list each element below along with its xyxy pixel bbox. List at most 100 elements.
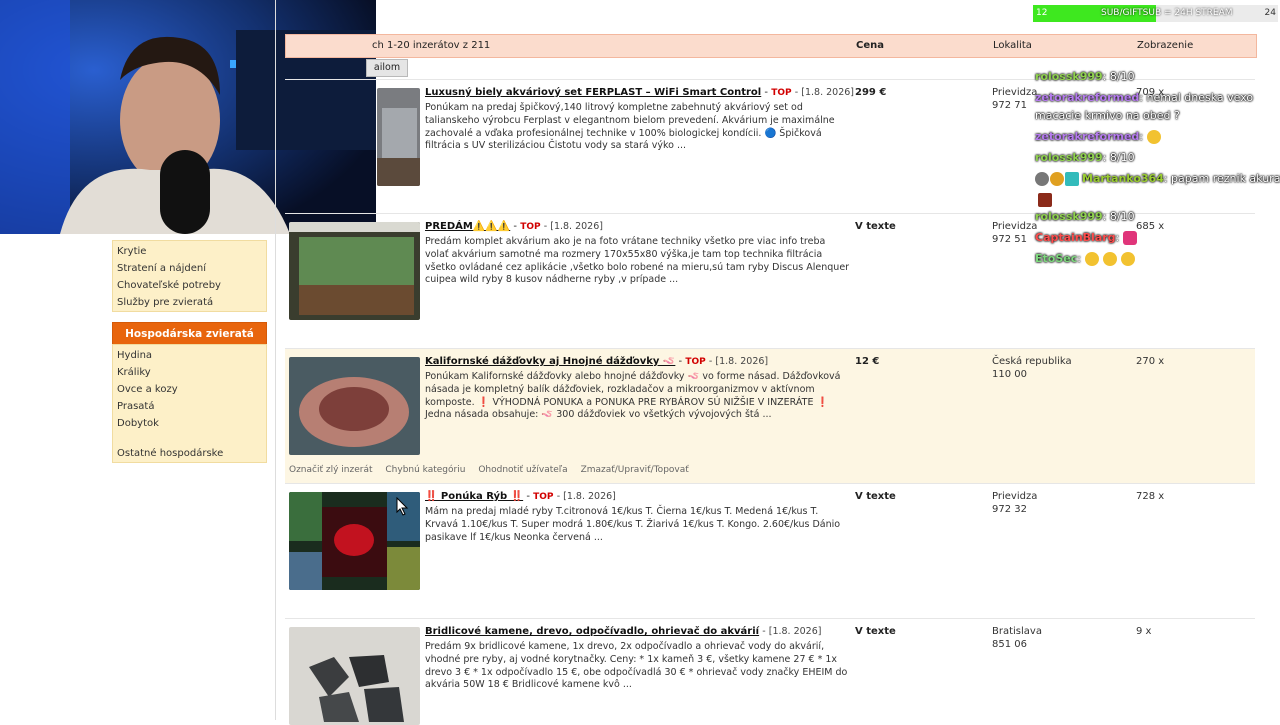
listing-thumbnail[interactable] xyxy=(289,627,420,725)
listing-price: 299 € xyxy=(855,87,887,98)
listing-title-line: Kalifornské dážďovky aj Hnojné dážďovky … xyxy=(425,356,769,367)
listing-description: Ponúkam Kalifornské dážďovky alebo hnojn… xyxy=(425,371,841,421)
sub-goal-target: 24 xyxy=(1264,8,1276,18)
location-city: Prievidza xyxy=(992,87,1038,98)
listing-location: Prievidza 972 32 xyxy=(992,491,1037,516)
sidebar-section-title[interactable]: Hospodárska zvieratá xyxy=(112,322,267,346)
listing-title-line: Bridlicové kamene, drevo, odpočívadlo, o… xyxy=(425,626,822,637)
chat-username: rolossk999 xyxy=(1035,151,1103,164)
chat-message: Martanko364: papam reznik akurat xyxy=(1035,170,1280,191)
sidebar-item-dobytok[interactable]: Dobytok xyxy=(113,415,163,432)
listing-description: Predám komplet akvárium ako je na foto v… xyxy=(425,236,850,286)
chat-message: zetorakreformed: nemal dneska vexo xyxy=(1035,89,1275,107)
listing-actions: Označiť zlý inzerát Chybnú kategóriu Oho… xyxy=(289,465,699,475)
listing-thumbnail[interactable] xyxy=(289,357,420,455)
sub-goal-label: SUB/GIFTSUB = 24H STREAM xyxy=(1101,8,1233,18)
listing-price: 12 € xyxy=(855,356,880,367)
listing-title-line: Luxusný biely akváriový set FERPLAST – W… xyxy=(425,87,854,98)
listing-date: [1.8. 2026] xyxy=(550,221,603,232)
sidebar-item-prasata[interactable]: Prasatá xyxy=(113,398,158,415)
listing-title-link[interactable]: Bridlicové kamene, drevo, odpočívadlo, o… xyxy=(425,626,759,637)
listing-views: 270 x xyxy=(1136,356,1165,367)
location-zip: 972 51 xyxy=(992,233,1027,245)
listing-location: Bratislava 851 06 xyxy=(992,626,1042,651)
top-badge: TOP xyxy=(533,492,554,502)
listing-date: [1.8. 2026] xyxy=(715,356,769,367)
chat-text: : papam reznik akurat xyxy=(1163,172,1280,185)
listing-thumbnail[interactable] xyxy=(289,222,420,320)
chat-text: : 8/10 xyxy=(1102,151,1135,164)
chat-text: macacie krmivo na obed ? xyxy=(1035,109,1180,122)
chat-text: : nemal dneska vexo xyxy=(1139,91,1254,104)
sidebar-item-krytie[interactable]: Krytie xyxy=(113,243,150,260)
emoji-icon xyxy=(1084,252,1099,266)
mouse-cursor-icon xyxy=(396,497,409,516)
sidebar-item-kraliky[interactable]: Králiky xyxy=(113,364,155,381)
location-zip: 851 06 xyxy=(992,638,1027,650)
sub-goal-current: 12 xyxy=(1036,8,1048,18)
listing-title-link[interactable]: Kalifornské dážďovky aj Hnojné dážďovky … xyxy=(425,356,675,367)
chat-text: : xyxy=(1139,130,1144,143)
listing-row[interactable]: Kalifornské dážďovky aj Hnojné dážďovky … xyxy=(285,348,1255,484)
chat-message: rolossk999: 8/10 xyxy=(1035,208,1275,229)
listing-row[interactable]: Bridlicové kamene, drevo, odpočívadlo, o… xyxy=(285,618,1255,725)
sidebar-item-ovce[interactable]: Ovce a kozy xyxy=(113,381,182,398)
column-location-header[interactable]: Lokalita xyxy=(993,40,1032,51)
top-badge: TOP xyxy=(771,88,792,98)
slate-stones-photo xyxy=(289,627,420,725)
aquarium-photo xyxy=(289,222,420,320)
sidebar-item-supplies[interactable]: Chovateľské potreby xyxy=(113,277,225,294)
edit-ad-link[interactable]: Zmazať/Upraviť/Topovať xyxy=(581,465,689,475)
listing-thumbnail[interactable] xyxy=(377,88,420,186)
listing-row[interactable]: ‼️ Ponúka Rýb ‼️ - TOP - [1.8. 2026] Mám… xyxy=(285,483,1255,619)
chat-text: : 8/10 xyxy=(1102,70,1135,83)
wrong-category-link[interactable]: Chybnú kategóriu xyxy=(385,465,465,475)
emoji-icon xyxy=(1120,252,1135,266)
report-ad-link[interactable]: Označiť zlý inzerát xyxy=(289,465,373,475)
column-price-header[interactable]: Cena xyxy=(856,40,884,51)
aquarium-photo xyxy=(377,88,420,186)
chat-message: EtoSec: xyxy=(1035,250,1275,271)
sidebar-item-ostatne[interactable]: Ostatné hospodárske xyxy=(113,445,227,462)
listing-date: [1.8. 2026] xyxy=(563,491,616,502)
chat-username: Martanko364 xyxy=(1082,172,1164,185)
laughing-emoji-icon xyxy=(1147,130,1162,144)
location-city: Česká republika xyxy=(992,356,1072,367)
listing-date: [1.8. 2026] xyxy=(768,626,822,637)
results-header: ch 1-20 inzerátov z 211 Cena Lokalita Zo… xyxy=(285,34,1257,58)
emoji-icon xyxy=(1102,252,1117,266)
sub-goal-bar: 12 SUB/GIFTSUB = 24H STREAM 24 xyxy=(1033,5,1278,22)
listing-price: V texte xyxy=(855,221,896,232)
chat-username: CaptainBlarg xyxy=(1035,231,1116,244)
sidebar-item-services[interactable]: Služby pre zvieratá xyxy=(113,294,217,311)
emote-icon xyxy=(1038,193,1052,207)
listing-title-link[interactable]: Luxusný biely akváriový set FERPLAST – W… xyxy=(425,87,761,98)
column-views-header[interactable]: Zobrazenie xyxy=(1137,40,1193,51)
listing-description: Predám 9x bridlicové kamene, 1x drevo, 2… xyxy=(425,641,848,691)
listing-description: Mám na predaj mladé ryby T.citronová 1€/… xyxy=(425,506,841,543)
listing-title-link[interactable]: PREDÁM⚠️⚠️⚠️ xyxy=(425,221,510,232)
location-city: Prievidza xyxy=(992,491,1038,502)
location-city: Bratislava xyxy=(992,626,1042,637)
chat-username: EtoSec xyxy=(1035,252,1078,265)
top-badge: TOP xyxy=(520,222,541,232)
chat-message: rolossk999: 8/10 xyxy=(1035,68,1275,89)
sidebar-item-hydina[interactable]: Hydina xyxy=(113,347,156,364)
email-alert-button[interactable]: ailom xyxy=(366,59,408,77)
chat-message: zetorakreformed: xyxy=(1035,128,1275,149)
listing-description: Ponúkam na predaj špičkový,140 litrový k… xyxy=(425,102,835,152)
listing-price: V texte xyxy=(855,626,896,637)
listing-price: V texte xyxy=(855,491,896,502)
chat-message: rolossk999: 8/10 xyxy=(1035,149,1275,170)
listing-views: 728 x xyxy=(1136,491,1165,502)
sidebar-item-lost-found[interactable]: Stratení a nájdení xyxy=(113,260,210,277)
listing-views: 9 x xyxy=(1136,626,1152,637)
chat-username: zetorakreformed xyxy=(1035,91,1140,104)
listing-date: [1.8. 2026] xyxy=(801,87,854,98)
results-count: ch 1-20 inzerátov z 211 xyxy=(372,40,491,51)
chat-username: rolossk999 xyxy=(1035,70,1103,83)
rate-user-link[interactable]: Ohodnotiť užívateľa xyxy=(478,465,567,475)
chat-username: rolossk999 xyxy=(1035,210,1103,223)
listing-title-line: ‼️ Ponúka Rýb ‼️ - TOP - [1.8. 2026] xyxy=(425,491,616,502)
listing-title-link[interactable]: ‼️ Ponúka Rýb ‼️ xyxy=(425,491,523,502)
